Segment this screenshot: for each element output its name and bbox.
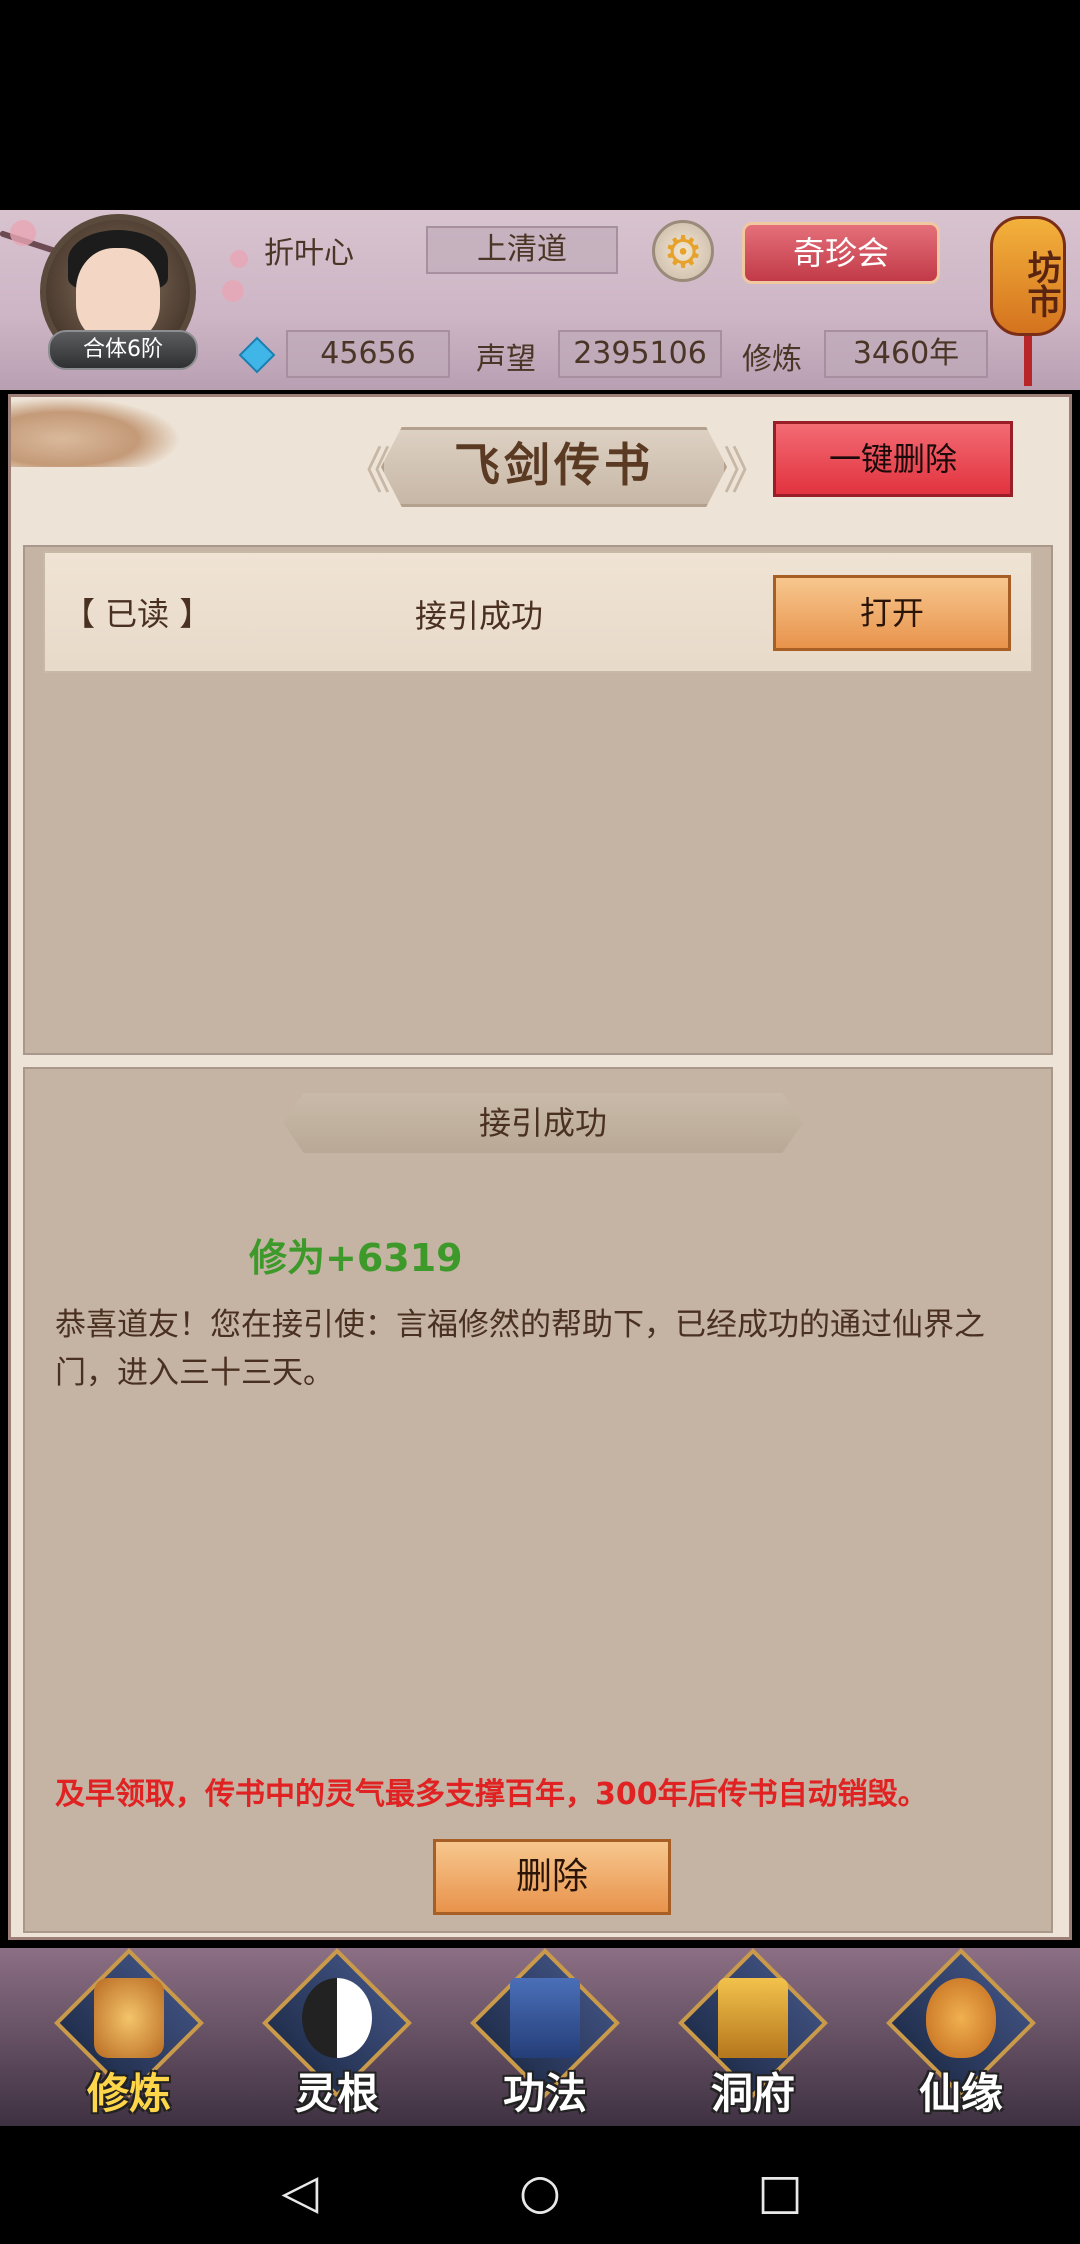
spirit-stone-gem-icon xyxy=(238,336,276,374)
cultivate-icon xyxy=(94,1978,164,2058)
reward-text: 修为+6319 xyxy=(249,1236,463,1280)
settings-gear-icon[interactable]: ⚙ xyxy=(652,220,714,282)
open-message-button[interactable]: 打开 xyxy=(773,575,1011,651)
nav-label: 修炼 xyxy=(86,2069,171,2118)
treasure-auction-button[interactable]: 奇珍会 xyxy=(742,222,940,284)
spirit-root-icon xyxy=(302,1978,372,2058)
nav-label: 功法 xyxy=(502,2069,587,2118)
expiry-warning: 及早领取，传书中的灵气最多支撑百年，300年后传书自动销毁。 xyxy=(55,1777,928,1812)
message-title: 接引成功 xyxy=(415,597,544,635)
blossom-decoration xyxy=(10,220,36,246)
delete-message-button[interactable]: 删除 xyxy=(433,1839,671,1915)
nav-label: 洞府 xyxy=(710,2069,795,2118)
message-detail: 接引成功 修为+6319 恭喜道友！您在接引使：言福修然的帮助下，已经成功的通过… xyxy=(23,1067,1053,1933)
banner-right-ornament: 》 xyxy=(723,442,773,500)
nav-spirit-root[interactable]: 灵根 xyxy=(262,1948,412,2118)
technique-book-icon xyxy=(510,1978,580,2058)
nav-label: 灵根 xyxy=(294,2069,379,2118)
nav-technique[interactable]: 功法 xyxy=(470,1948,620,2118)
cloud-decoration xyxy=(11,397,181,467)
cultivation-years: 3460年 xyxy=(824,330,988,378)
player-name: 折叶心 xyxy=(264,236,354,271)
home-icon[interactable]: ○ xyxy=(500,2164,580,2220)
delete-all-button[interactable]: 一键删除 xyxy=(773,421,1013,497)
cave-dwelling-icon xyxy=(718,1978,788,2058)
nav-cultivate[interactable]: 修炼 xyxy=(54,1948,204,2118)
nav-immortal-fate[interactable]: 仙缘 xyxy=(886,1948,1036,2118)
spirit-stone-count: 45656 xyxy=(286,330,450,378)
rank-badge: 合体6阶 xyxy=(48,330,198,370)
reputation-value: 2395106 xyxy=(558,330,722,378)
immortal-fate-icon xyxy=(926,1978,996,2058)
blossom-decoration xyxy=(230,250,248,268)
lantern-tassel xyxy=(1024,336,1032,386)
detail-title: 接引成功 xyxy=(283,1093,803,1153)
system-navigation-bar: ◁ ○ □ xyxy=(0,2130,1080,2244)
market-lantern-button[interactable]: 坊市 xyxy=(990,216,1066,336)
message-body: 恭喜道友！您在接引使：言福修然的帮助下，已经成功的通过仙界之门，进入三十三天。 xyxy=(55,1307,985,1391)
message-read-status: 【 已读 】 xyxy=(63,595,212,633)
reputation-label: 声望 xyxy=(476,342,536,377)
sect-name: 上清道 xyxy=(426,226,618,274)
nav-label: 仙缘 xyxy=(918,2069,1003,2118)
blossom-decoration xyxy=(222,280,244,302)
cultivation-label: 修炼 xyxy=(742,342,802,377)
list-item[interactable]: 【 已读 】 接引成功 打开 xyxy=(43,551,1033,673)
top-status-bar: 合体6阶 折叶心 上清道 ⚙ 奇珍会 坊市 45656 声望 2395106 修… xyxy=(0,210,1080,390)
avatar-face xyxy=(76,248,160,342)
flying-sword-letter-panel: 《 飞剑传书 》 一键删除 【 已读 】 接引成功 打开 接引成功 修为+631… xyxy=(8,394,1072,1940)
back-icon[interactable]: ◁ xyxy=(260,2164,340,2220)
recents-icon[interactable]: □ xyxy=(740,2164,820,2220)
message-list: 【 已读 】 接引成功 打开 xyxy=(23,545,1053,1055)
bottom-navigation: 修炼 灵根 功法 洞府 仙缘 xyxy=(0,1948,1080,2126)
panel-title: 飞剑传书 xyxy=(381,427,727,507)
nav-cave-dwelling[interactable]: 洞府 xyxy=(678,1948,828,2118)
